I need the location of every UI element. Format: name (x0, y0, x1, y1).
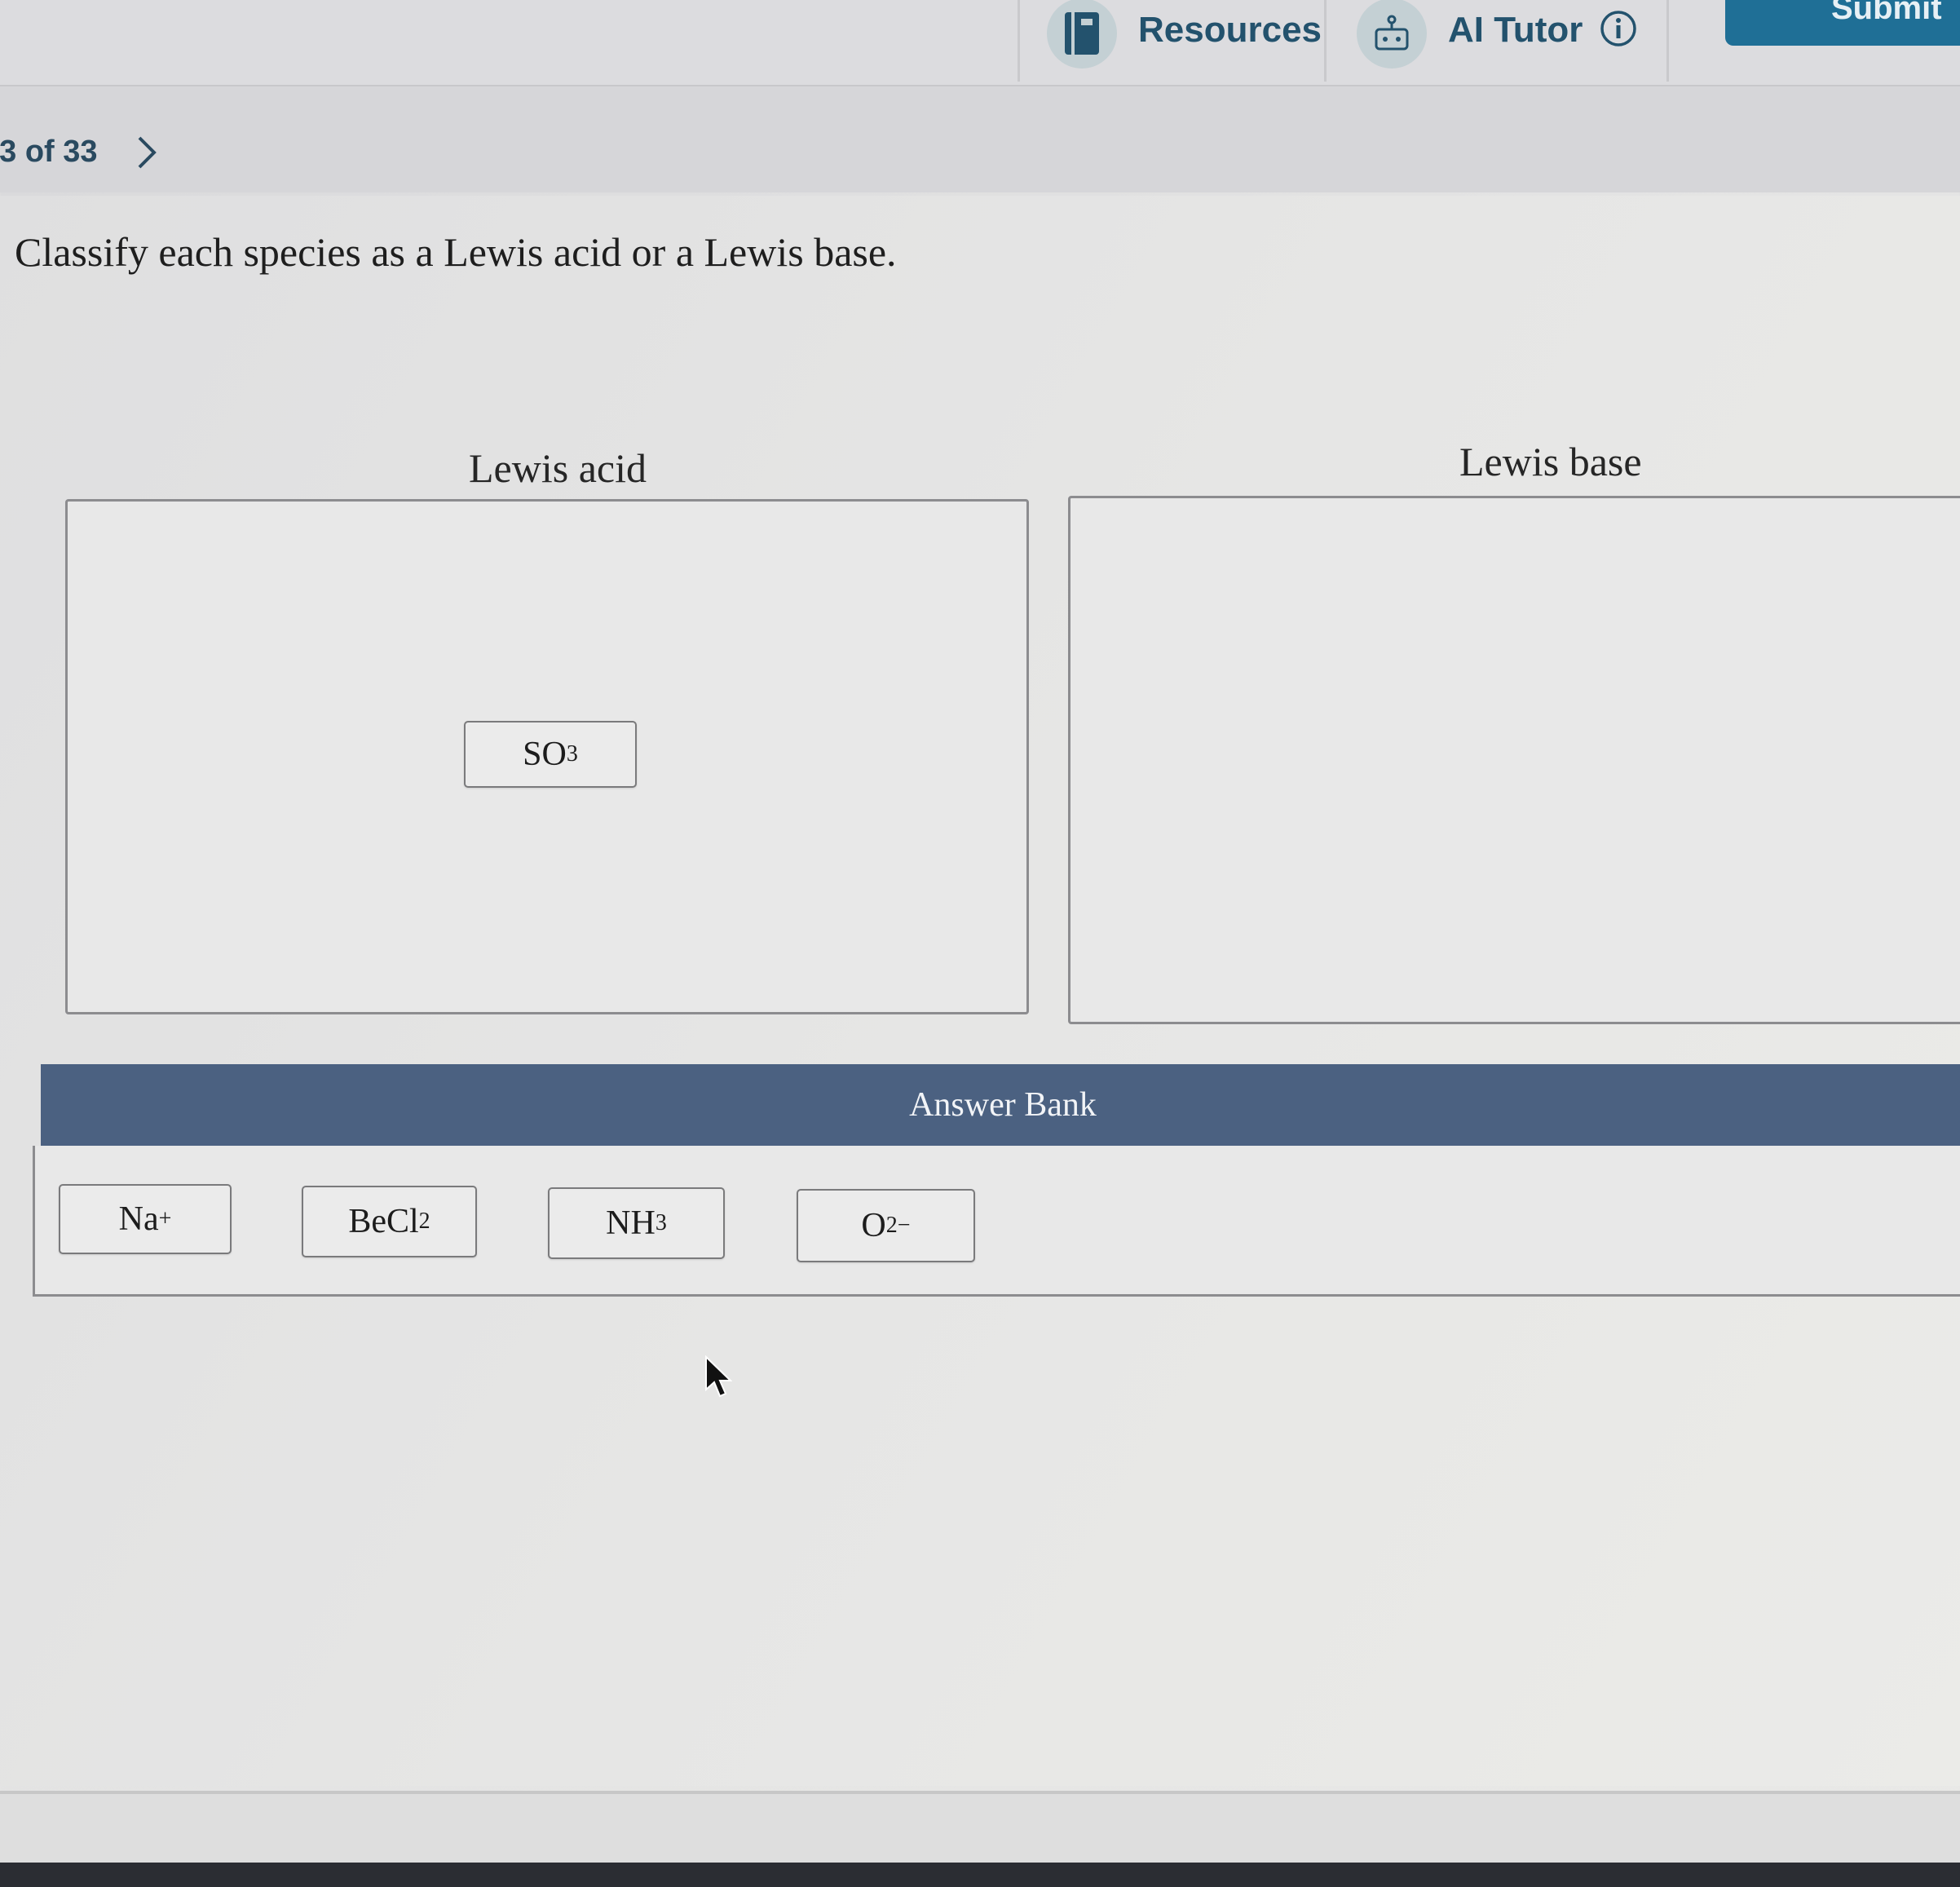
info-icon[interactable] (1599, 9, 1638, 52)
ai-tutor-label: AI Tutor (1448, 10, 1583, 50)
species-chip-o2-minus[interactable]: O 2− (797, 1189, 975, 1262)
ai-tutor-button[interactable]: AI Tutor (1357, 0, 1638, 82)
question-prompt: Classify each species as a Lewis acid or… (15, 229, 897, 275)
species-chip-nh3[interactable]: NH 3 (548, 1187, 725, 1259)
species-chip-becl2[interactable]: BeCl 2 (302, 1186, 477, 1257)
toolbar-divider (1324, 0, 1327, 82)
resources-button[interactable]: Resources (1047, 0, 1322, 82)
toolbar-divider (1018, 0, 1020, 82)
toolbar-divider (1666, 0, 1669, 82)
lewis-base-title: Lewis base (1459, 439, 1642, 484)
species-chip-so3[interactable]: SO 3 (464, 721, 637, 788)
question-counter: 33 of 33 (0, 135, 98, 169)
question-nav-bar (0, 86, 1960, 192)
next-question-chevron-icon[interactable] (135, 135, 159, 175)
submit-button[interactable]: Submit (1725, 0, 1960, 46)
lewis-acid-title: Lewis acid (469, 445, 647, 491)
robot-icon (1357, 0, 1427, 68)
book-icon (1047, 0, 1117, 68)
mouse-cursor-icon (704, 1354, 733, 1405)
species-chip-na-plus[interactable]: Na + (59, 1184, 232, 1254)
lewis-base-drop-zone[interactable] (1068, 496, 1960, 1024)
answer-bank-header: Answer Bank (41, 1064, 1960, 1146)
footer-area (0, 1794, 1960, 1863)
screen-bezel (0, 1863, 1960, 1887)
resources-label: Resources (1138, 10, 1322, 50)
